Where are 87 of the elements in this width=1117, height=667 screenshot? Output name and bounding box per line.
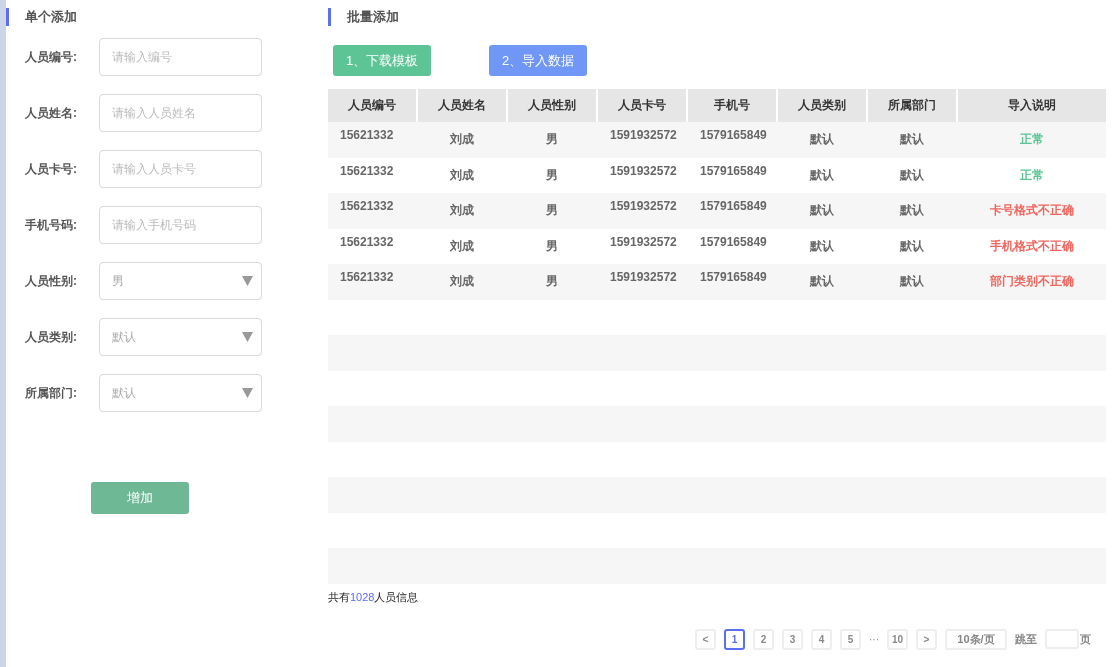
table-cell-text: 1591932572: [609, 233, 678, 251]
table-cell-text: 1579165849: [699, 198, 768, 215]
add-button[interactable]: 增加: [91, 482, 189, 514]
page-button[interactable]: 1: [724, 628, 745, 650]
table-cell-text: 默认: [809, 202, 835, 219]
column-header: 人员编号: [328, 89, 416, 122]
input-field[interactable]: 请输入人员姓名: [99, 94, 262, 132]
table-cell-text: 刘成: [449, 131, 475, 148]
table-cell-text: 刘成: [449, 166, 475, 184]
input-field[interactable]: 请输入人员卡号: [99, 150, 262, 188]
field-label: 人员编号:: [25, 48, 78, 66]
section-accent-bar: [328, 8, 331, 26]
page-button[interactable]: 4: [811, 628, 832, 650]
table-cell-text: 默认: [809, 273, 835, 290]
input-field[interactable]: 请输入编号: [99, 38, 262, 76]
action-button[interactable]: 1、下载模板: [333, 45, 431, 76]
table-cell-text: 男: [545, 273, 559, 290]
table-cell-text: 男: [545, 166, 559, 184]
next-page-button[interactable]: >: [916, 628, 937, 650]
column-header: 人员卡号: [598, 89, 686, 122]
table-cell-text: 15621332: [339, 269, 395, 286]
field-label: 人员卡号:: [25, 160, 78, 178]
column-header: 人员类别: [778, 89, 866, 122]
page-size-select[interactable]: 10条/页: [945, 628, 1007, 650]
table-cell-text: 1579165849: [699, 233, 768, 251]
status-text: 正常: [1019, 131, 1045, 148]
jump-label: 跳至: [1015, 631, 1037, 647]
dropdown-triangle-icon: [242, 332, 253, 342]
select-field[interactable]: 默认: [99, 374, 262, 412]
table-cell-text: 默认: [899, 166, 925, 184]
column-header: 所属部门: [868, 89, 956, 122]
field-label: 人员性别:: [25, 272, 78, 290]
prev-page-button[interactable]: <: [695, 628, 716, 650]
column-header: 人员姓名: [418, 89, 506, 122]
section-title: 批量添加: [347, 8, 399, 26]
table-cell-text: 15621332: [339, 162, 395, 180]
table-cell-text: 1591932572: [609, 162, 678, 180]
total-label: 共有: [328, 590, 350, 603]
table-cell-text: 默认: [899, 273, 925, 290]
table-cell-text: 默认: [809, 166, 835, 184]
table-cell-text: 15621332: [339, 127, 395, 144]
table-cell-text: 1579165849: [699, 127, 768, 144]
dropdown-triangle-icon: [242, 388, 253, 398]
total-count: 1028: [350, 590, 375, 603]
section-title: 单个添加: [25, 8, 77, 26]
column-header: 导入说明: [958, 89, 1106, 122]
page-button[interactable]: 3: [782, 628, 803, 650]
table-cell-text: 默认: [809, 131, 835, 148]
status-text: 部门类别不正确: [989, 273, 1075, 290]
column-header: 手机号: [688, 89, 776, 122]
section-accent-bar: [6, 8, 9, 26]
table-cell-text: 默认: [899, 131, 925, 148]
select-field[interactable]: 男: [99, 262, 262, 300]
table-cell-text: 15621332: [339, 233, 395, 251]
status-text: 手机格式不正确: [989, 237, 1075, 255]
field-label: 所属部门:: [25, 384, 78, 402]
action-button[interactable]: 2、导入数据: [489, 45, 587, 76]
page-button[interactable]: 2: [753, 628, 774, 650]
input-field[interactable]: 请输入手机号码: [99, 206, 262, 244]
field-label: 手机号码:: [25, 216, 78, 234]
select-field[interactable]: 默认: [99, 318, 262, 356]
column-header: 人员性别: [508, 89, 596, 122]
table-cell-text: 男: [545, 202, 559, 219]
table-cell-text: 男: [545, 131, 559, 148]
table-cell-text: 1579165849: [699, 269, 768, 286]
table-cell-text: 刘成: [449, 273, 475, 290]
table-cell-text: 1591932572: [609, 269, 678, 286]
table-cell-text: 男: [545, 237, 559, 255]
field-label: 人员类别:: [25, 328, 78, 346]
total-label: 人员信息: [374, 590, 419, 603]
page-unit-label: 页: [1080, 631, 1091, 647]
status-text: 卡号格式不正确: [989, 202, 1075, 219]
page-button[interactable]: 5: [840, 628, 861, 650]
page-ellipsis: ···: [869, 633, 879, 645]
table-cell-text: 1579165849: [699, 162, 768, 180]
table-cell-text: 默认: [809, 237, 835, 255]
table-cell-text: 1591932572: [609, 127, 678, 144]
table-cell-text: 刘成: [449, 202, 475, 219]
table-cell-text: 刘成: [449, 237, 475, 255]
table-cell-text: 默认: [899, 237, 925, 255]
table-cell-text: 15621332: [339, 198, 395, 215]
table-cell-text: 默认: [899, 202, 925, 219]
page-button[interactable]: 10: [887, 628, 908, 650]
dropdown-triangle-icon: [242, 276, 253, 286]
field-label: 人员姓名:: [25, 104, 78, 122]
status-text: 正常: [1019, 166, 1045, 184]
table-cell-text: 1591932572: [609, 198, 678, 215]
